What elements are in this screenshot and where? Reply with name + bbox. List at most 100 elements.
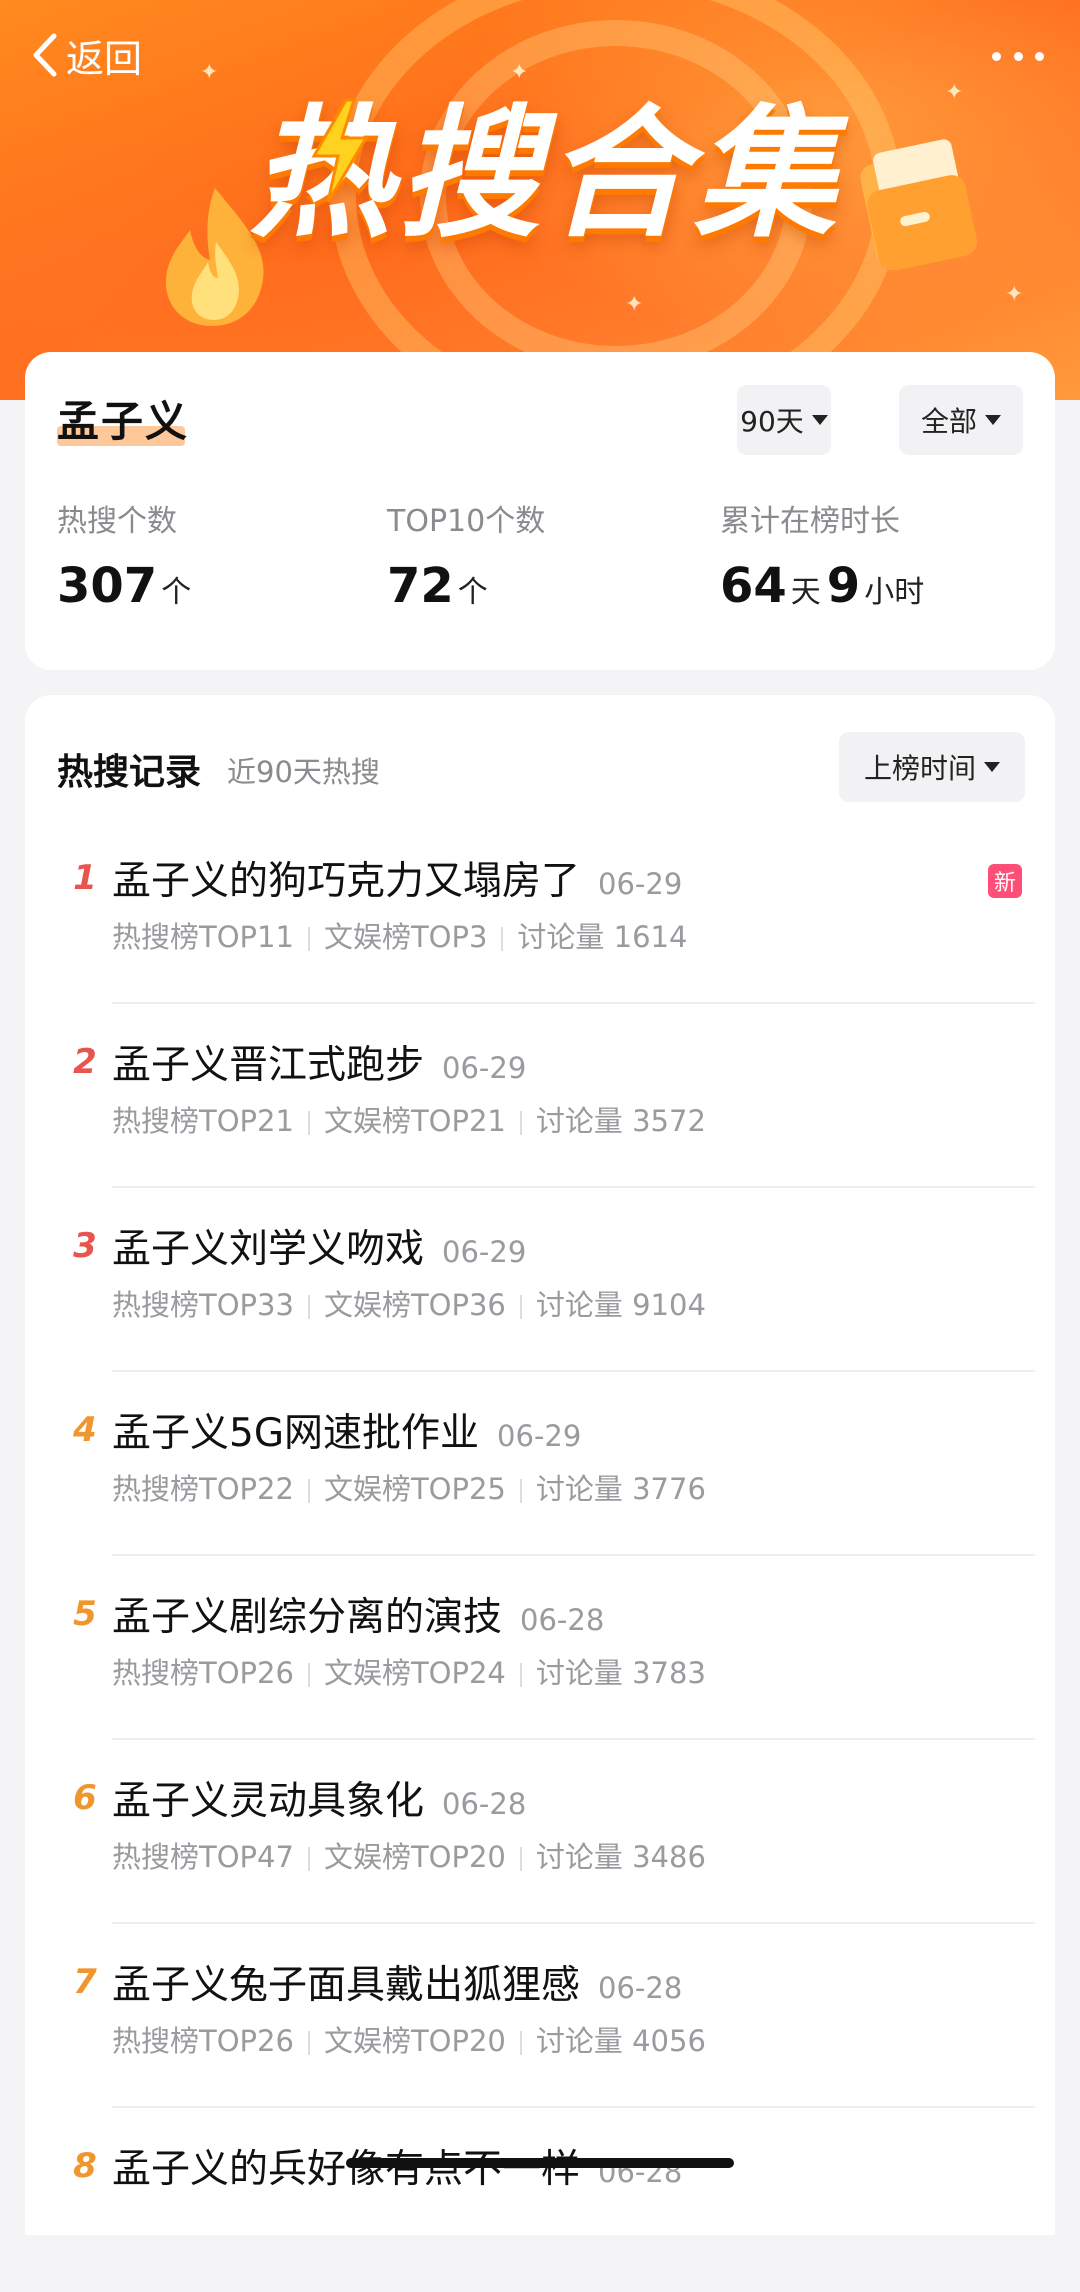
record-meta: 热搜榜TOP11 文娱榜TOP3 讨论量 1614 — [112, 914, 687, 956]
records-title: 热搜记录 — [57, 752, 202, 793]
record-title-text: 孟子义的狗巧克力又塌房了 — [112, 859, 581, 904]
record-title-text: 孟子义晋江式跑步 — [112, 1043, 425, 1088]
meta-separator — [307, 927, 310, 951]
stat-value: 64 天 9 小时 — [720, 556, 930, 627]
meta-separator — [307, 2031, 310, 2055]
folder-icon — [860, 139, 978, 270]
meta-separator — [307, 1663, 310, 1687]
record-rank: 1 — [73, 858, 97, 898]
celebrity-name-wrap: 孟子义 — [57, 392, 189, 452]
record-title-text: 孟子义5G网速批作业 — [112, 1411, 480, 1456]
sort-dropdown[interactable]: 上榜时间 — [839, 732, 1025, 802]
stat-top10-count: TOP10个数 72 个 — [387, 502, 545, 627]
record-item[interactable]: 5 孟子义剧综分离的演技 06-28 热搜榜TOP26 文娱榜TOP24 讨论量 3783 — [25, 1556, 1055, 1740]
record-meta: 热搜榜TOP21 文娱榜TOP21 讨论量 3572 — [112, 1098, 706, 1140]
record-rank: 2 — [73, 1042, 97, 1082]
record-hot-rank: 热搜榜TOP33 — [112, 1288, 294, 1322]
record-date: 06-28 — [598, 1971, 683, 2005]
more-dot-icon — [1035, 51, 1044, 61]
caret-down-icon — [811, 415, 828, 425]
record-rank: 7 — [73, 1962, 97, 2002]
record-title: 孟子义5G网速批作业 06-29 — [112, 1402, 581, 1458]
record-discussion: 讨论量 3776 — [535, 1472, 706, 1506]
sparkle-icon: ✦ — [510, 60, 529, 85]
meta-separator — [519, 1111, 522, 1135]
more-button[interactable] — [992, 36, 1044, 76]
record-meta: 热搜榜TOP33 文娱榜TOP36 讨论量 9104 — [112, 1282, 706, 1324]
record-title: 孟子义兔子面具戴出狐狸感 06-28 — [112, 1954, 682, 2010]
celebrity-name: 孟子义 — [57, 397, 190, 446]
record-item[interactable]: 8 孟子义的兵好像有点不一样 06-28 — [25, 2108, 1055, 2292]
record-hot-rank: 热搜榜TOP47 — [112, 1840, 294, 1874]
sparkle-icon: ✦ — [625, 292, 644, 317]
stat-value: 72 个 — [387, 556, 545, 627]
record-meta: 热搜榜TOP26 文娱榜TOP20 讨论量 4056 — [112, 2018, 706, 2060]
record-item[interactable]: 4 孟子义5G网速批作业 06-29 热搜榜TOP22 文娱榜TOP25 讨论量 3776 — [25, 1372, 1055, 1556]
home-indicator — [346, 2158, 734, 2168]
stat-label: TOP10个数 — [387, 504, 546, 539]
more-dot-icon — [1013, 51, 1023, 61]
stat-total-duration: 累计在榜时长 64 天 9 小时 — [720, 502, 930, 627]
records-card: 热搜记录 近90天热搜 上榜时间 1 孟子义的狗巧克力又塌房了 06-29 热搜榜TO… — [25, 695, 1055, 2235]
record-discussion: 讨论量 4056 — [535, 2024, 706, 2058]
record-ent-rank: 文娱榜TOP36 — [323, 1288, 506, 1322]
record-date: 06-29 — [442, 1051, 527, 1085]
stat-value: 307 个 — [57, 556, 197, 627]
record-item[interactable]: 7 孟子义兔子面具戴出狐狸感 06-28 热搜榜TOP26 文娱榜TOP20 讨论量 40… — [25, 1924, 1055, 2108]
record-rank: 4 — [73, 1410, 97, 1450]
record-ent-rank: 文娱榜TOP3 — [323, 920, 488, 954]
record-title-text: 孟子义剧综分离的演技 — [112, 1595, 503, 1640]
record-rank: 6 — [73, 1778, 97, 1818]
record-title: 孟子义晋江式跑步 06-29 — [112, 1034, 526, 1090]
record-discussion: 讨论量 3486 — [535, 1840, 706, 1874]
record-ent-rank: 文娱榜TOP20 — [323, 2024, 506, 2058]
record-item[interactable]: 1 孟子义的狗巧克力又塌房了 06-29 热搜榜TOP11 文娱榜TOP3 讨论量 161… — [25, 820, 1055, 1004]
meta-separator — [307, 1111, 310, 1135]
range-filter-dropdown[interactable]: 90天 — [737, 385, 831, 455]
stat-hot-count: 热搜个数 307 个 — [57, 502, 197, 627]
sparkle-icon: ✦ — [1005, 282, 1024, 307]
record-item[interactable]: 3 孟子义刘学义吻戏 06-29 热搜榜TOP33 文娱榜TOP36 讨论量 9104 — [25, 1188, 1055, 1372]
record-title-text: 孟子义刘学义吻戏 — [112, 1227, 425, 1272]
new-badge: 新 — [988, 864, 1022, 898]
stat-number: 9 — [826, 558, 861, 614]
record-date: 06-29 — [598, 867, 683, 901]
meta-separator — [519, 1847, 522, 1871]
meta-separator — [307, 1479, 310, 1503]
record-discussion: 讨论量 9104 — [535, 1288, 706, 1322]
record-ent-rank: 文娱榜TOP20 — [323, 1840, 506, 1874]
meta-separator — [307, 1847, 310, 1871]
record-date: 06-28 — [442, 1787, 527, 1821]
stat-unit: 个 — [161, 575, 192, 610]
record-ent-rank: 文娱榜TOP21 — [323, 1104, 506, 1138]
meta-separator — [519, 2031, 522, 2055]
record-item[interactable]: 2 孟子义晋江式跑步 06-29 热搜榜TOP21 文娱榜TOP21 讨论量 3572 — [25, 1004, 1055, 1188]
type-filter-dropdown[interactable]: 全部 — [899, 385, 1023, 455]
back-button[interactable]: 返回 — [30, 30, 142, 81]
type-filter-label: 全部 — [920, 405, 977, 438]
record-ent-rank: 文娱榜TOP25 — [323, 1472, 506, 1506]
sparkle-icon: ✦ — [945, 80, 964, 105]
records-subtitle: 近90天热搜 — [227, 755, 380, 789]
record-meta: 热搜榜TOP47 文娱榜TOP20 讨论量 3486 — [112, 1834, 706, 1876]
record-rank: 3 — [73, 1226, 97, 1266]
meta-separator — [519, 1295, 522, 1319]
stat-label: 热搜个数 — [57, 504, 177, 539]
record-date: 06-29 — [442, 1235, 527, 1269]
header-banner: ✦ ✦ ✦ ✦ ✦ 热搜合集 返回 — [0, 0, 1080, 400]
record-title-text: 孟子义的兵好像有点不一样 — [112, 2147, 581, 2192]
record-item[interactable]: 6 孟子义灵动具象化 06-28 热搜榜TOP47 文娱榜TOP20 讨论量 3486 — [25, 1740, 1055, 1924]
stat-unit: 个 — [457, 575, 488, 610]
record-hot-rank: 热搜榜TOP26 — [112, 2024, 294, 2058]
record-rank: 8 — [73, 2146, 97, 2186]
meta-separator — [519, 1479, 522, 1503]
record-title-text: 孟子义灵动具象化 — [112, 1779, 425, 1824]
record-discussion: 讨论量 3783 — [535, 1656, 706, 1690]
record-title-text: 孟子义兔子面具戴出狐狸感 — [112, 1963, 581, 2008]
record-title: 孟子义剧综分离的演技 06-28 — [112, 1586, 604, 1642]
record-date: 06-28 — [520, 1603, 605, 1637]
meta-separator — [519, 1663, 522, 1687]
stat-unit: 天 — [790, 575, 821, 610]
stat-unit: 小时 — [864, 575, 925, 610]
stat-label: 累计在榜时长 — [720, 504, 900, 539]
